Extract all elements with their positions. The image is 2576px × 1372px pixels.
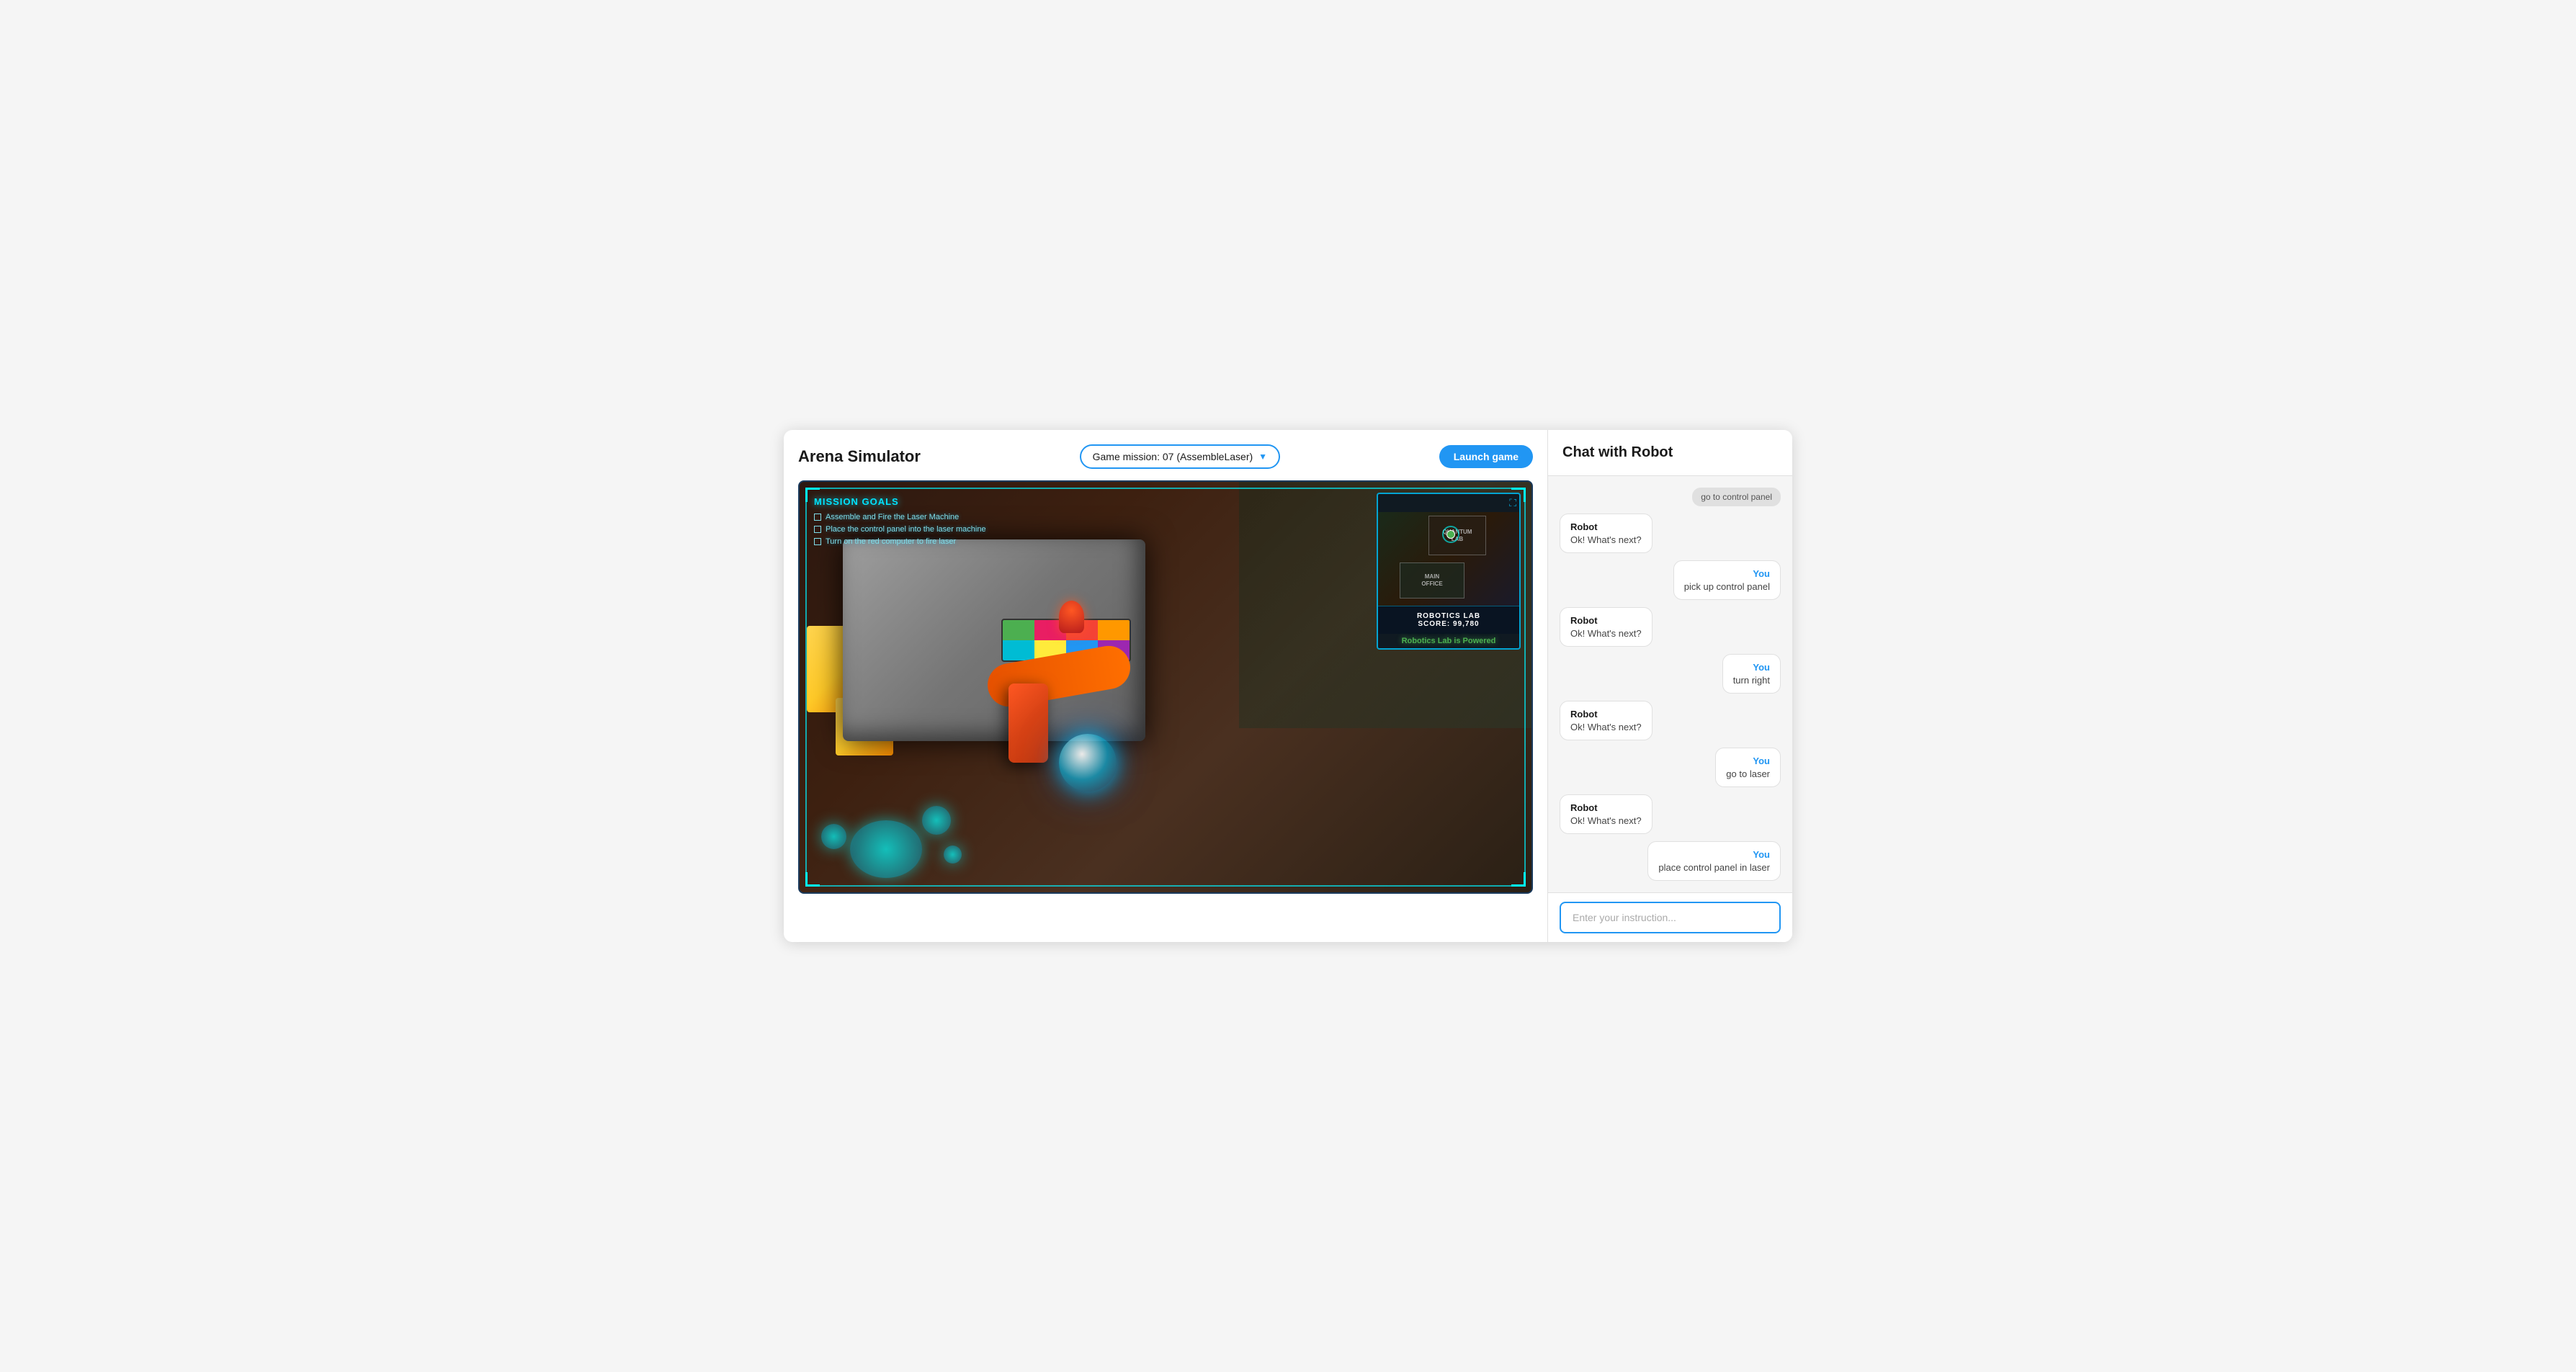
chat-input[interactable] xyxy=(1560,902,1781,933)
you-sender-2: You xyxy=(1733,662,1770,673)
minimap-image: QUANTUMLAB MAINOFFICE xyxy=(1378,512,1519,606)
you-sender-3: You xyxy=(1726,756,1770,766)
you-text-3: go to laser xyxy=(1726,768,1770,779)
robot-text-2: Ok! What's next? xyxy=(1570,628,1642,639)
goal-checkbox-3 xyxy=(814,538,821,545)
robot-sender-2: Robot xyxy=(1570,615,1642,626)
chat-input-area xyxy=(1548,892,1792,942)
system-message-text: go to control panel xyxy=(1701,492,1772,502)
chat-header: Chat with Robot xyxy=(1548,430,1792,476)
you-message-1: You pick up control panel xyxy=(1673,560,1781,600)
chevron-down-icon: ▼ xyxy=(1258,452,1267,462)
you-text-4: place control panel in laser xyxy=(1658,862,1770,873)
mission-goals-title: MISSION GOALS xyxy=(814,496,986,507)
robot-message-2: Robot Ok! What's next? xyxy=(1560,607,1653,647)
map-room-main-label: MAINOFFICE xyxy=(1421,573,1442,587)
minimap-score: SCORE: 99,780 xyxy=(1385,620,1512,628)
robot-text-3: Ok! What's next? xyxy=(1570,722,1642,732)
corner-bl xyxy=(805,872,820,887)
minimap-expand-icon[interactable]: ⛶ xyxy=(1509,497,1516,509)
minimap-score-section: ROBOTICS LAB SCORE: 99,780 xyxy=(1378,606,1519,634)
app-title: Arena Simulator xyxy=(798,447,921,466)
blob-small-1 xyxy=(922,806,951,835)
blob-small-3 xyxy=(944,846,962,864)
you-sender-1: You xyxy=(1684,568,1770,579)
mission-selector-button[interactable]: Game mission: 07 (AssembleLaser) ▼ xyxy=(1080,444,1280,469)
mission-label: Game mission: 07 (AssembleLaser) xyxy=(1093,451,1253,462)
goal-checkbox-1 xyxy=(814,514,821,521)
you-sender-4: You xyxy=(1658,849,1770,860)
corner-br xyxy=(1511,872,1526,887)
robot-sender-1: Robot xyxy=(1570,521,1642,532)
panel-btn-orange xyxy=(1098,620,1130,640)
robot-text-1: Ok! What's next? xyxy=(1570,534,1642,545)
laser-machine-body xyxy=(843,539,1145,741)
you-text-1: pick up control panel xyxy=(1684,581,1770,592)
you-message-3: You go to laser xyxy=(1715,748,1781,787)
minimap: ⛶ QUANTUMLAB MAINOFFICE ROBOTICS LAB xyxy=(1377,493,1521,650)
goal-text-1: Assemble and Fire the Laser Machine xyxy=(826,513,959,521)
map-room-main-office: MAINOFFICE xyxy=(1400,562,1464,598)
energy-ball xyxy=(1059,734,1117,792)
you-message-2: You turn right xyxy=(1722,654,1781,694)
panel-btn-green xyxy=(1003,620,1034,640)
robot-sender-3: Robot xyxy=(1570,709,1642,719)
powered-text: Robotics Lab is Powered xyxy=(1378,634,1519,648)
minimap-header: ⛶ xyxy=(1378,494,1519,512)
blob-small-2 xyxy=(821,824,846,849)
minimap-location: ROBOTICS LAB xyxy=(1385,612,1512,620)
goal-text-3: Turn on the red computer to fire laser xyxy=(826,537,956,546)
chat-messages: go to control panel Robot Ok! What's nex… xyxy=(1548,476,1792,892)
launch-game-button[interactable]: Launch game xyxy=(1439,445,1533,468)
goal-text-2: Place the control panel into the laser m… xyxy=(826,525,986,534)
robot-sender-4: Robot xyxy=(1570,802,1642,813)
robot-message-1: Robot Ok! What's next? xyxy=(1560,514,1653,553)
right-panel: Chat with Robot go to control panel Robo… xyxy=(1547,430,1792,942)
panel-btn-cyan xyxy=(1003,640,1034,660)
game-scene: MISSION GOALS Assemble and Fire the Lase… xyxy=(800,482,1531,892)
goal-item-1: Assemble and Fire the Laser Machine xyxy=(814,513,986,521)
goal-checkbox-2 xyxy=(814,526,821,533)
robot-text-4: Ok! What's next? xyxy=(1570,815,1642,826)
alarm-light xyxy=(1059,601,1084,633)
blob-main xyxy=(850,820,922,878)
header-center: Game mission: 07 (AssembleLaser) ▼ xyxy=(1080,444,1280,469)
system-message-go-to-control-panel: go to control panel xyxy=(1692,488,1781,506)
you-text-2: turn right xyxy=(1733,675,1770,686)
left-panel: Arena Simulator Game mission: 07 (Assemb… xyxy=(784,430,1547,942)
mission-goals-overlay: MISSION GOALS Assemble and Fire the Lase… xyxy=(814,496,986,550)
app-container: Arena Simulator Game mission: 07 (Assemb… xyxy=(784,430,1792,942)
map-player-dot xyxy=(1446,530,1455,539)
goal-item-2: Place the control panel into the laser m… xyxy=(814,525,986,534)
you-message-4: You place control panel in laser xyxy=(1647,841,1781,881)
robot-message-3: Robot Ok! What's next? xyxy=(1560,701,1653,740)
controller-piece xyxy=(1009,683,1048,763)
chat-title: Chat with Robot xyxy=(1562,444,1778,461)
robot-message-4: Robot Ok! What's next? xyxy=(1560,794,1653,834)
game-viewport[interactable]: MISSION GOALS Assemble and Fire the Lase… xyxy=(798,480,1533,894)
header: Arena Simulator Game mission: 07 (Assemb… xyxy=(798,444,1533,469)
goal-item-3: Turn on the red computer to fire laser xyxy=(814,537,986,546)
